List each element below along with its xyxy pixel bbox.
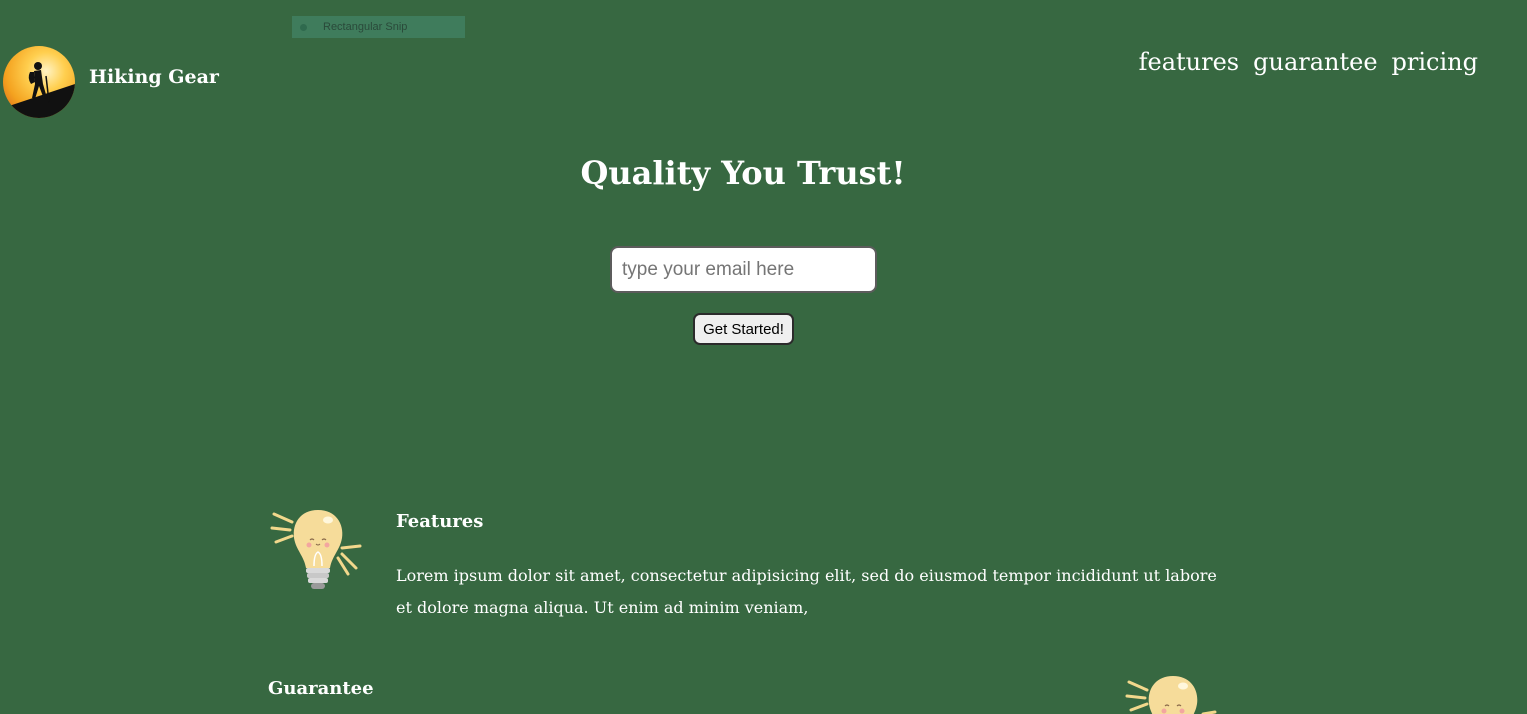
- hero-title: Quality You Trust!: [580, 154, 906, 192]
- snip-icon: [300, 23, 307, 31]
- features-text: Lorem ipsum dolor sit amet, consectetur …: [396, 566, 1217, 617]
- snip-label: Rectangular Snip: [323, 21, 408, 33]
- hiker-logo-icon[interactable]: [3, 46, 75, 118]
- guarantee-title: Guarantee: [268, 678, 374, 699]
- brand-name[interactable]: Hiking Gear: [89, 66, 219, 88]
- lightbulb-icon: [270, 508, 364, 602]
- nav-link-pricing[interactable]: pricing: [1392, 48, 1478, 76]
- lightbulb-icon: [1125, 676, 1219, 714]
- get-started-button[interactable]: Get Started!: [693, 313, 794, 345]
- nav-link-guarantee[interactable]: guarantee: [1253, 48, 1377, 76]
- email-input[interactable]: [610, 246, 877, 293]
- main-nav: features guarantee pricing: [1139, 48, 1478, 76]
- rectangular-snip-overlay[interactable]: Rectangular Snip: [292, 16, 465, 38]
- landing-page: Rectangular Snip Hiking Gear features gu…: [0, 0, 1527, 714]
- nav-link-features[interactable]: features: [1139, 48, 1240, 76]
- features-title: Features: [396, 511, 484, 532]
